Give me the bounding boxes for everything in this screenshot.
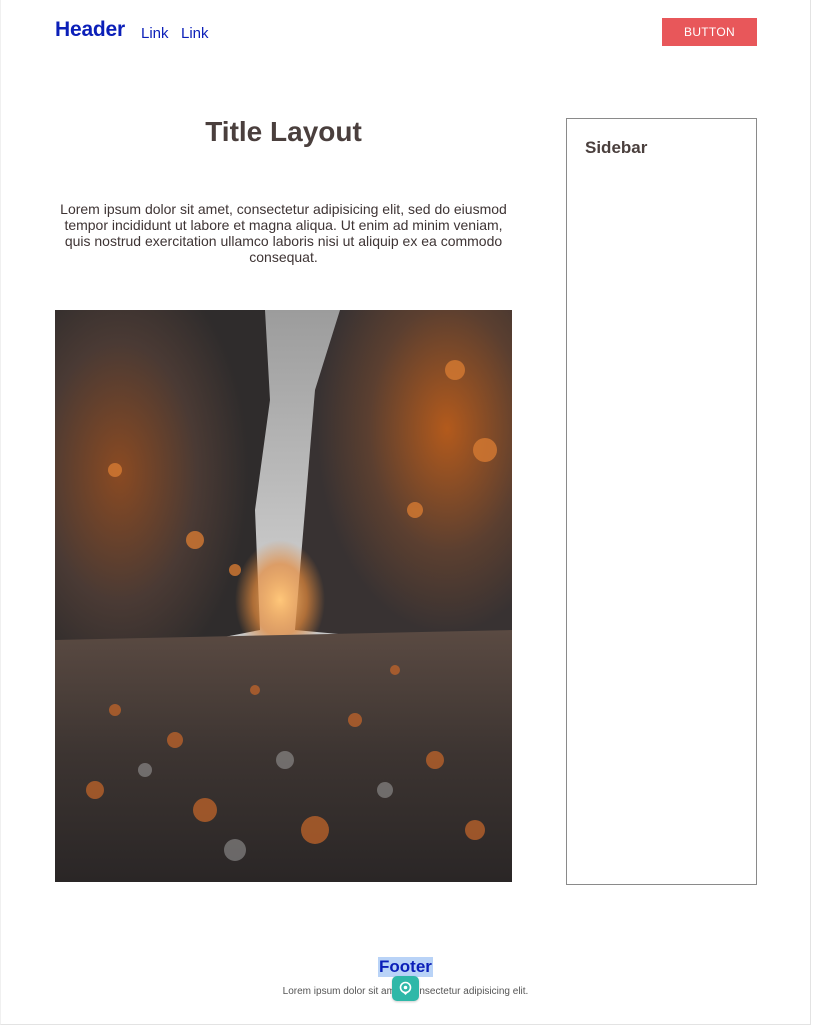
header-brand[interactable]: Header (55, 18, 125, 42)
nav-link-1[interactable]: Link (141, 25, 169, 42)
hero-image (55, 310, 512, 882)
page-title: Title Layout (205, 116, 362, 147)
nav-link-2[interactable]: Link (181, 25, 209, 42)
footer-title: Footer (378, 957, 433, 977)
sidebar-title: Sidebar (585, 138, 648, 157)
header-button[interactable]: BUTTON (662, 18, 757, 46)
intro-paragraph: Lorem ipsum dolor sit amet, consectetur … (60, 201, 507, 265)
autumn-forest-path-photo (55, 310, 512, 882)
floating-assistant-button[interactable] (392, 976, 419, 1001)
sidebar: Sidebar (566, 118, 757, 885)
assistant-icon (399, 981, 412, 995)
